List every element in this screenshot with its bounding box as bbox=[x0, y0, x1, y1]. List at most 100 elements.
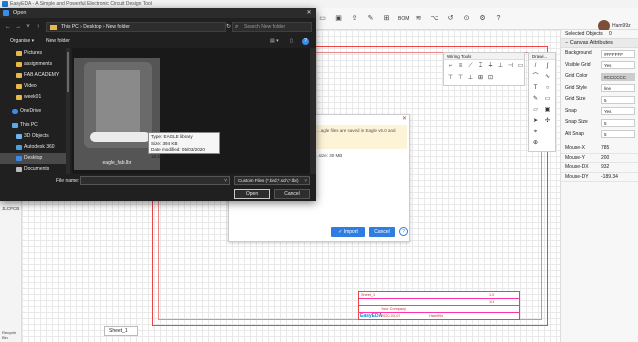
arrow-icon[interactable]: ➤ bbox=[531, 117, 540, 126]
folder-icon bbox=[50, 25, 57, 30]
visible-grid-select[interactable]: Yes bbox=[601, 61, 635, 69]
drawing-tools-title: Drawi... bbox=[529, 53, 555, 60]
cancel-button[interactable]: Cancel bbox=[274, 189, 310, 199]
nav-item-this-pc[interactable]: This PC bbox=[0, 120, 66, 131]
dimension-icon[interactable]: ⌖ bbox=[531, 128, 540, 137]
jlcpcb-link[interactable]: JLCPCB bbox=[2, 206, 19, 211]
pen-icon[interactable]: ✎ bbox=[531, 95, 540, 104]
wire-icon[interactable]: ⌐ bbox=[446, 62, 455, 71]
navigation-pane: Pictures assignments FAB ACADEMY Video w… bbox=[0, 48, 66, 174]
alt-snap-input[interactable]: 5 bbox=[601, 130, 635, 138]
organise-button[interactable]: Organise ▾ bbox=[10, 36, 34, 47]
easyeda-sheet-logo: EasyEDA bbox=[360, 313, 383, 319]
voltage-probe-icon[interactable]: ⊣ bbox=[506, 62, 515, 71]
open-file-dialog: Open ✕ ← → ˅ ↑ This PC › Desktop › New f… bbox=[0, 8, 316, 201]
grid-icon[interactable]: ⊞ bbox=[382, 15, 391, 23]
import-cancel-button[interactable]: Cancel bbox=[369, 227, 395, 237]
help-circle-icon[interactable]: ? bbox=[399, 227, 408, 236]
netflag-gnd-icon[interactable]: ⏚ bbox=[486, 62, 495, 71]
folder-icon bbox=[16, 51, 22, 56]
arc-icon[interactable]: ⌒ bbox=[531, 73, 540, 82]
file-tooltip: Type: EAGLE library Size: 394 KB Date mo… bbox=[148, 132, 220, 159]
close-icon[interactable]: ✕ bbox=[304, 9, 314, 17]
preview-pane-icon[interactable]: ▯ bbox=[290, 36, 293, 47]
nav-item-documents[interactable]: Documents bbox=[0, 164, 66, 174]
junction-icon[interactable]: ⊥ bbox=[466, 74, 475, 83]
camera-icon[interactable]: ⊙ bbox=[462, 15, 471, 23]
share-icon[interactable]: ⇪ bbox=[350, 15, 359, 23]
nav-item-assignments[interactable]: assignments bbox=[0, 59, 66, 70]
sheet-tab[interactable]: Sheet_1 bbox=[104, 326, 138, 336]
file-name-input[interactable]: ˅ bbox=[80, 176, 230, 185]
nav-scrollbar[interactable] bbox=[66, 48, 70, 174]
search-input[interactable]: ⌕ Search New folder bbox=[232, 22, 312, 32]
netflag-vcc-icon[interactable]: ⊥ bbox=[496, 62, 505, 71]
help-icon[interactable]: ? bbox=[494, 15, 503, 23]
username[interactable]: Ham99z bbox=[612, 23, 631, 29]
open-button[interactable]: Open bbox=[234, 189, 270, 199]
view-options-icon[interactable]: ▤ ▾ bbox=[270, 36, 279, 47]
new-folder-button[interactable]: New folder bbox=[46, 36, 70, 47]
document-icon[interactable]: ▭ bbox=[318, 15, 327, 23]
line-icon[interactable]: / bbox=[531, 62, 540, 71]
background-input[interactable]: #FFFFFF bbox=[601, 49, 635, 58]
rect-icon[interactable]: ▭ bbox=[543, 95, 552, 104]
nav-item-autodesk-360[interactable]: Autodesk 360 bbox=[0, 142, 66, 153]
nav-item-desktop[interactable]: Desktop bbox=[0, 153, 66, 164]
drawing-tools-palette: Drawi... / ∫ ⌒ ∿ T ○ ✎ ▭ ▱ ▣ ➤ ✣ ⌖ ⊕ bbox=[528, 52, 556, 152]
canvas-attributes-header[interactable]: − Canvas Attributes bbox=[561, 39, 638, 48]
import-button[interactable]: ✓ Import bbox=[331, 227, 365, 237]
save-icon[interactable]: ▣ bbox=[334, 15, 343, 23]
chevron-down-icon: ˅ bbox=[304, 178, 307, 183]
bezier-icon[interactable]: ∫ bbox=[543, 62, 552, 71]
grid-color-input[interactable]: #CCCCCC bbox=[601, 72, 635, 81]
dialog-footer: File name: ˅ Custom Files (*.brd;*.sch;*… bbox=[0, 174, 316, 201]
polygon-icon[interactable]: ▱ bbox=[531, 106, 540, 115]
canvas-origin-icon[interactable]: ⊕ bbox=[531, 139, 540, 148]
nav-item-week01[interactable]: week01 bbox=[0, 92, 66, 103]
route-icon[interactable]: ⌥ bbox=[430, 15, 439, 23]
image-icon[interactable]: ▣ bbox=[543, 106, 552, 115]
freehand-icon[interactable]: ∿ bbox=[543, 73, 552, 82]
netlist-icon[interactable]: ≋ bbox=[414, 15, 423, 23]
close-icon[interactable]: ✕ bbox=[401, 116, 408, 123]
back-arrow-icon[interactable]: ← bbox=[4, 23, 12, 31]
nav-item-3d-objects[interactable]: 3D Objects bbox=[0, 131, 66, 142]
bom-button[interactable]: BOM bbox=[398, 16, 409, 22]
bus-icon[interactable]: ≡ bbox=[456, 62, 465, 71]
grid-size-input[interactable]: 5 bbox=[601, 95, 635, 104]
no-connect-icon[interactable]: ⊤ bbox=[446, 74, 455, 83]
group-icon[interactable]: ⊞ bbox=[476, 74, 485, 83]
nav-item-video[interactable]: Video bbox=[0, 81, 66, 92]
flag-icon[interactable]: ⊡ bbox=[486, 74, 495, 83]
settings-icon[interactable]: ⚙ bbox=[478, 15, 487, 23]
autodesk-icon bbox=[16, 145, 22, 150]
file-list: eagle_fab.lbr Type: EAGLE library Size: … bbox=[72, 48, 316, 174]
help-icon[interactable]: ? bbox=[302, 38, 309, 45]
bus-entry-icon[interactable]: ⟋ bbox=[466, 62, 475, 71]
nav-item-onedrive[interactable]: OneDrive bbox=[0, 106, 66, 117]
nav-item-fab-academy[interactable]: FAB ACADEMY bbox=[0, 70, 66, 81]
nav-item-pictures[interactable]: Pictures bbox=[0, 48, 66, 59]
pin-icon[interactable]: ⊤ bbox=[456, 74, 465, 83]
content-scrollbar[interactable] bbox=[310, 48, 316, 174]
netlabel-icon[interactable]: ⌶ bbox=[476, 62, 485, 71]
cube-icon bbox=[16, 134, 22, 139]
ellipse-icon[interactable]: ○ bbox=[543, 84, 552, 93]
drag-icon[interactable]: ✣ bbox=[543, 117, 552, 126]
snap-select[interactable]: Yes bbox=[601, 107, 635, 115]
file-type-select[interactable]: Custom Files (*.brd;*.sch;*.lbr) ˅ bbox=[234, 176, 310, 185]
netport-icon[interactable]: ▭ bbox=[516, 62, 525, 71]
tools-icon[interactable]: ✎ bbox=[366, 15, 375, 23]
chevron-down-icon[interactable]: ˅ bbox=[224, 177, 227, 185]
up-arrow-icon[interactable]: ↑ bbox=[34, 23, 42, 31]
forward-arrow-icon[interactable]: → bbox=[14, 23, 22, 31]
scrollbar-thumb[interactable] bbox=[67, 52, 69, 92]
snap-size-input[interactable]: 5 bbox=[601, 118, 635, 127]
address-bar[interactable]: This PC › Desktop › New folder bbox=[46, 22, 226, 32]
chevron-down-icon[interactable]: ˅ bbox=[24, 23, 32, 31]
mouse-x: Mouse-X 785 bbox=[561, 144, 638, 154]
history-icon[interactable]: ↺ bbox=[446, 15, 455, 23]
grid-style-select[interactable]: line bbox=[601, 84, 635, 92]
text-icon[interactable]: T bbox=[531, 84, 540, 93]
